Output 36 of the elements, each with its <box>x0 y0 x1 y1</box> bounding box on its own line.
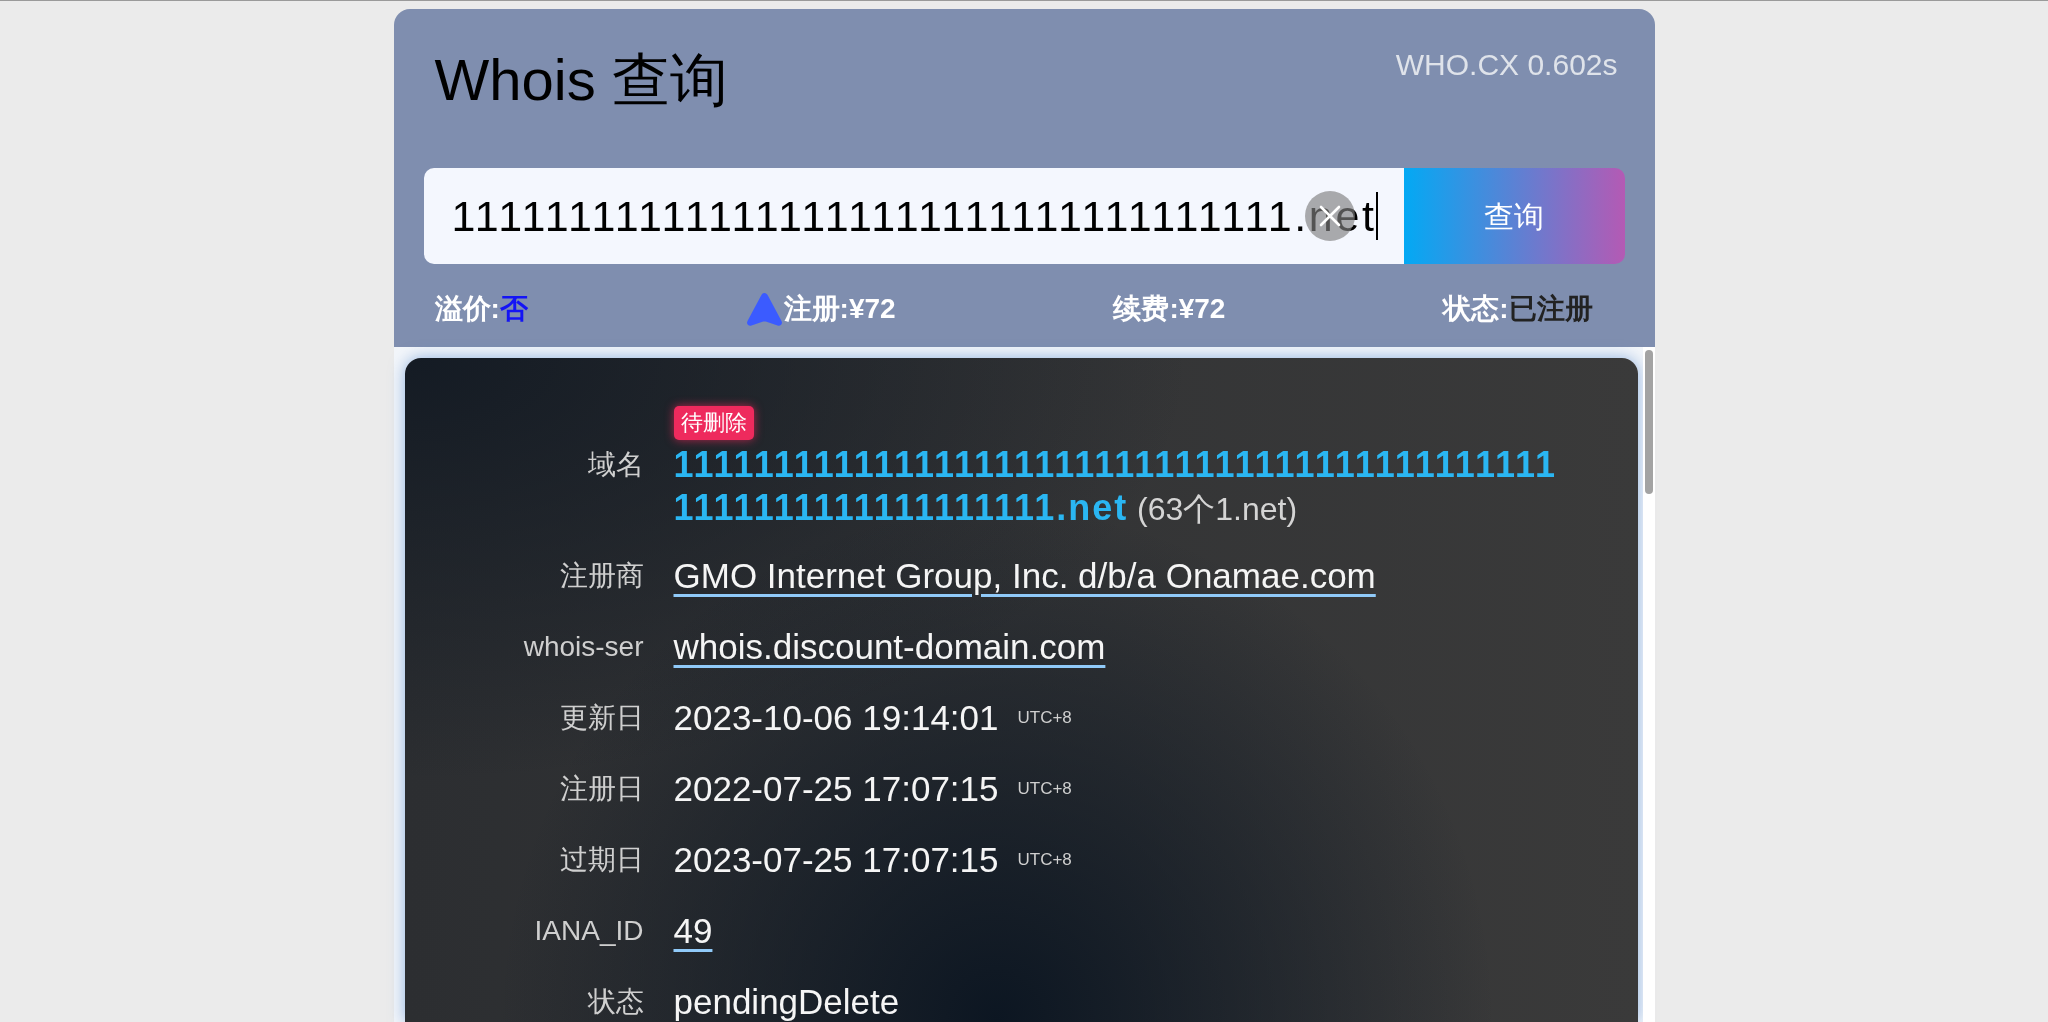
status-value: pendingDelete <box>673 982 900 1021</box>
record-link[interactable]: GMO Internet Group, Inc. d/b/a Onamae.com <box>673 556 1376 595</box>
stat-value: ¥72 <box>1178 292 1226 326</box>
text-cursor <box>1376 192 1379 240</box>
query-timing: WHO.CX 0.602s <box>1395 47 1618 83</box>
scrollbar-thumb[interactable] <box>1644 350 1653 494</box>
date-value: 2023-10-06 19:14:01 <box>673 698 999 737</box>
record-link[interactable]: 49 <box>673 911 713 950</box>
field-label: 域名 <box>587 448 644 482</box>
stat-label: 续费: <box>1113 292 1179 326</box>
timezone-label: UTC+8 <box>1017 706 1072 729</box>
search-button[interactable]: 查询 <box>1403 168 1625 264</box>
close-icon <box>1318 205 1341 227</box>
date-value: 2023-07-25 17:07:15 <box>673 840 999 879</box>
domain-value: 111111111111111111111111111111111111111111111111111111111111111.net (63个1.net) <box>673 444 1559 530</box>
stat-value: ¥72 <box>848 292 896 326</box>
field-label: 注册商 <box>559 560 644 591</box>
timezone-label: UTC+8 <box>1017 848 1072 871</box>
stat-label: 状态: <box>1443 292 1509 326</box>
stat-value: 否 <box>499 292 528 326</box>
field-label: 过期日 <box>559 844 644 875</box>
field-label: 更新日 <box>559 702 644 733</box>
stat-label: 注册: <box>783 292 849 326</box>
page-title: Whois 查询 <box>434 46 728 114</box>
field-label: 状态 <box>587 986 644 1017</box>
search-field[interactable]: 111111111111111111111111111111111111.net <box>423 168 1404 264</box>
stat-label: 溢价: <box>434 292 500 326</box>
field-label: whois-ser <box>523 631 644 662</box>
record-link[interactable]: whois.discount-domain.com <box>673 627 1106 666</box>
date-value: 2022-07-25 17:07:15 <box>673 769 999 808</box>
status-tag: 待删除 <box>673 406 754 440</box>
timezone-label: UTC+8 <box>1017 777 1072 800</box>
field-label: 注册日 <box>559 773 644 804</box>
stat-value: 已注册 <box>1508 292 1593 326</box>
field-label: IANA_ID <box>534 915 644 946</box>
arrowhead-up-icon <box>745 291 783 327</box>
